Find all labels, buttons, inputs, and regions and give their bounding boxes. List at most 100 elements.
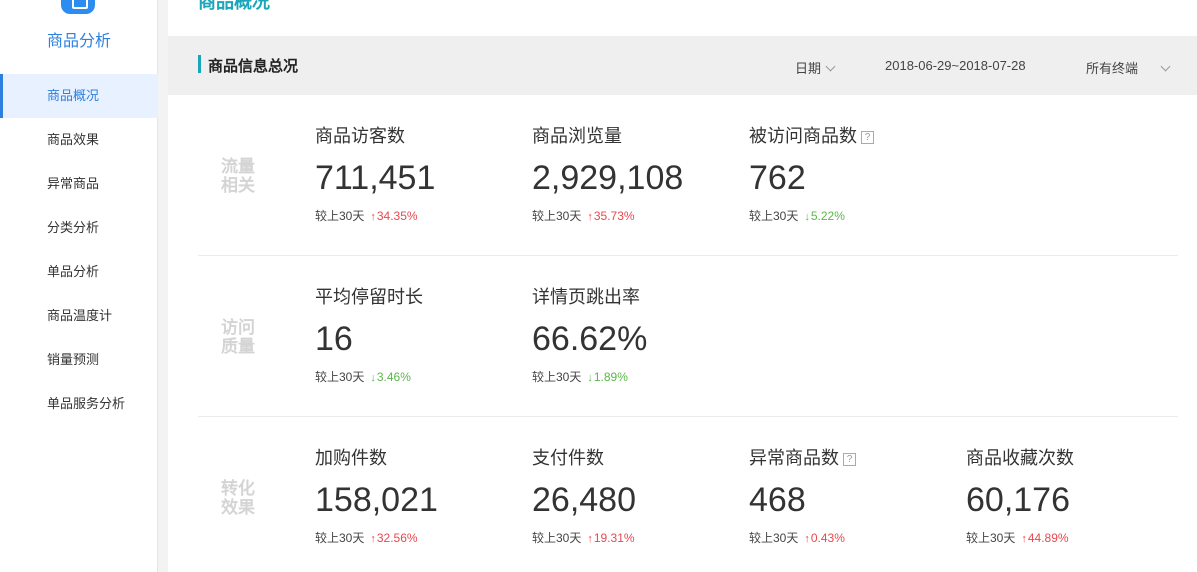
change-up: ↑35.73% bbox=[587, 209, 634, 223]
terminal-label: 所有终端 bbox=[1086, 61, 1139, 76]
question-icon[interactable]: ? bbox=[861, 131, 874, 144]
compare-label: 较上30天 bbox=[966, 531, 1016, 545]
metric-value: 66.62% bbox=[532, 320, 648, 358]
metric-card: 加购件数 158,021 较上30天 ↑32.56% bbox=[315, 446, 525, 546]
metric-card: 商品浏览量 2,929,108 较上30天 ↑35.73% bbox=[532, 124, 742, 224]
metric-label: 支付件数 bbox=[532, 448, 604, 468]
section-header: 商品信息总况 日期 2018-06-29~2018-07-28 所有终端 bbox=[168, 36, 1197, 95]
metric-label: 加购件数 bbox=[315, 448, 387, 468]
page-title-bar: 商品概况 bbox=[168, 0, 1197, 36]
change-up: ↑19.31% bbox=[587, 531, 634, 545]
arrow-up-icon: ↑ bbox=[804, 533, 810, 545]
metric-label: 商品访客数 bbox=[315, 126, 405, 146]
sidebar-item-single[interactable]: 单品分析 bbox=[0, 250, 158, 294]
metric-group-traffic: 流量相关 商品访客数 711,451 较上30天 ↑34.35% 商品浏览量 2,… bbox=[198, 95, 1178, 256]
change-up: ↑32.56% bbox=[370, 531, 417, 545]
arrow-up-icon: ↑ bbox=[587, 533, 593, 545]
page-title: 商品概况 bbox=[198, 0, 270, 12]
metric-compare: 较上30天 ↑44.89% bbox=[966, 530, 1176, 546]
main-area: 商品概况 商品信息总况 日期 2018-06-29~2018-07-28 所有终… bbox=[168, 0, 1197, 572]
metric-value: 26,480 bbox=[532, 481, 636, 519]
sidebar: 商品分析 商品概况 商品效果 异常商品 分类分析 单品分析 商品温度计 销量预测… bbox=[0, 0, 158, 572]
metric-value: 711,451 bbox=[315, 159, 436, 197]
group-label: 访问质量 bbox=[221, 317, 255, 356]
arrow-down-icon: ↓ bbox=[804, 211, 810, 223]
sidebar-item-abnormal[interactable]: 异常商品 bbox=[0, 162, 158, 206]
metric-label: 平均停留时长 bbox=[315, 287, 423, 307]
compare-label: 较上30天 bbox=[315, 370, 365, 384]
group-label: 流量相关 bbox=[221, 156, 255, 195]
change-value: 44.89% bbox=[1027, 531, 1069, 545]
product-analysis-icon bbox=[61, 0, 95, 14]
sidebar-item-category[interactable]: 分类分析 bbox=[0, 206, 158, 250]
change-down: ↓3.46% bbox=[370, 370, 411, 384]
sidebar-item-service[interactable]: 单品服务分析 bbox=[0, 382, 158, 426]
metric-value: 468 bbox=[749, 481, 806, 519]
metric-card: 被访问商品数? 762 较上30天 ↓5.22% bbox=[749, 124, 959, 224]
change-value: 19.31% bbox=[593, 531, 635, 545]
sidebar-item-thermometer[interactable]: 商品温度计 bbox=[0, 294, 158, 338]
change-value: 1.89% bbox=[593, 370, 628, 384]
date-type-select[interactable]: 日期 bbox=[795, 58, 836, 77]
metric-group-quality: 访问质量 平均停留时长 16 较上30天 ↓3.46% 详情页跳出率 66.62%… bbox=[198, 256, 1178, 417]
compare-label: 较上30天 bbox=[749, 531, 799, 545]
terminal-select[interactable]: 所有终端 bbox=[1086, 58, 1171, 77]
arrow-up-icon: ↑ bbox=[587, 211, 593, 223]
metric-compare: 较上30天 ↓3.46% bbox=[315, 369, 525, 385]
change-value: 34.35% bbox=[376, 209, 418, 223]
metric-label: 被访问商品数? bbox=[749, 124, 959, 148]
metric-card: 异常商品数? 468 较上30天 ↑0.43% bbox=[749, 446, 959, 546]
arrow-down-icon: ↓ bbox=[370, 372, 376, 384]
change-up: ↑44.89% bbox=[1021, 531, 1068, 545]
question-icon[interactable]: ? bbox=[843, 453, 856, 466]
arrow-down-icon: ↓ bbox=[587, 372, 593, 384]
section-accent-bar bbox=[198, 55, 201, 73]
date-range-picker[interactable]: 2018-06-29~2018-07-28 bbox=[885, 58, 1026, 73]
arrow-up-icon: ↑ bbox=[370, 533, 376, 545]
compare-label: 较上30天 bbox=[315, 209, 365, 223]
metric-label: 商品收藏次数 bbox=[966, 448, 1074, 468]
metric-value: 2,929,108 bbox=[532, 159, 684, 197]
metric-group-conversion: 转化效果 加购件数 158,021 较上30天 ↑32.56% 支付件数 26,4… bbox=[198, 417, 1178, 572]
arrow-up-icon: ↑ bbox=[370, 211, 376, 223]
compare-label: 较上30天 bbox=[532, 370, 582, 384]
compare-label: 较上30天 bbox=[532, 531, 582, 545]
metric-value: 158,021 bbox=[315, 481, 438, 519]
change-value: 3.46% bbox=[376, 370, 411, 384]
metric-label-text: 异常商品数 bbox=[749, 448, 839, 468]
chevron-down-icon bbox=[825, 61, 836, 72]
metric-card: 平均停留时长 16 较上30天 ↓3.46% bbox=[315, 285, 525, 385]
change-value: 0.43% bbox=[810, 531, 845, 545]
change-up: ↑0.43% bbox=[804, 531, 845, 545]
sidebar-item-overview[interactable]: 商品概况 bbox=[0, 74, 158, 118]
metric-compare: 较上30天 ↑35.73% bbox=[532, 208, 742, 224]
compare-label: 较上30天 bbox=[749, 209, 799, 223]
compare-label: 较上30天 bbox=[532, 209, 582, 223]
sidebar-item-sales-forecast[interactable]: 销量预测 bbox=[0, 338, 158, 382]
metric-compare: 较上30天 ↑0.43% bbox=[749, 530, 959, 546]
change-up: ↑34.35% bbox=[370, 209, 417, 223]
metric-value: 762 bbox=[749, 159, 806, 197]
metric-card: 商品访客数 711,451 较上30天 ↑34.35% bbox=[315, 124, 525, 224]
metric-card: 详情页跳出率 66.62% 较上30天 ↓1.89% bbox=[532, 285, 742, 385]
metric-value: 60,176 bbox=[966, 481, 1070, 519]
sidebar-nav: 商品概况 商品效果 异常商品 分类分析 单品分析 商品温度计 销量预测 单品服务… bbox=[0, 74, 158, 426]
metric-card: 商品收藏次数 60,176 较上30天 ↑44.89% bbox=[966, 446, 1176, 546]
change-down: ↓1.89% bbox=[587, 370, 628, 384]
change-down: ↓5.22% bbox=[804, 209, 845, 223]
sidebar-item-effect[interactable]: 商品效果 bbox=[0, 118, 158, 162]
metric-label-text: 被访问商品数 bbox=[749, 126, 857, 146]
arrow-up-icon: ↑ bbox=[1021, 533, 1027, 545]
section-title: 商品信息总况 bbox=[208, 58, 299, 75]
compare-label: 较上30天 bbox=[315, 531, 365, 545]
metric-compare: 较上30天 ↑32.56% bbox=[315, 530, 525, 546]
metric-value: 16 bbox=[315, 320, 353, 358]
metric-label: 详情页跳出率 bbox=[532, 287, 640, 307]
metrics-panel: 流量相关 商品访客数 711,451 较上30天 ↑34.35% 商品浏览量 2,… bbox=[168, 95, 1197, 572]
change-value: 32.56% bbox=[376, 531, 418, 545]
metric-card: 支付件数 26,480 较上30天 ↑19.31% bbox=[532, 446, 742, 546]
metric-compare: 较上30天 ↓5.22% bbox=[749, 208, 959, 224]
metric-label: 异常商品数? bbox=[749, 446, 959, 470]
metric-compare: 较上30天 ↓1.89% bbox=[532, 369, 742, 385]
change-value: 5.22% bbox=[810, 209, 845, 223]
